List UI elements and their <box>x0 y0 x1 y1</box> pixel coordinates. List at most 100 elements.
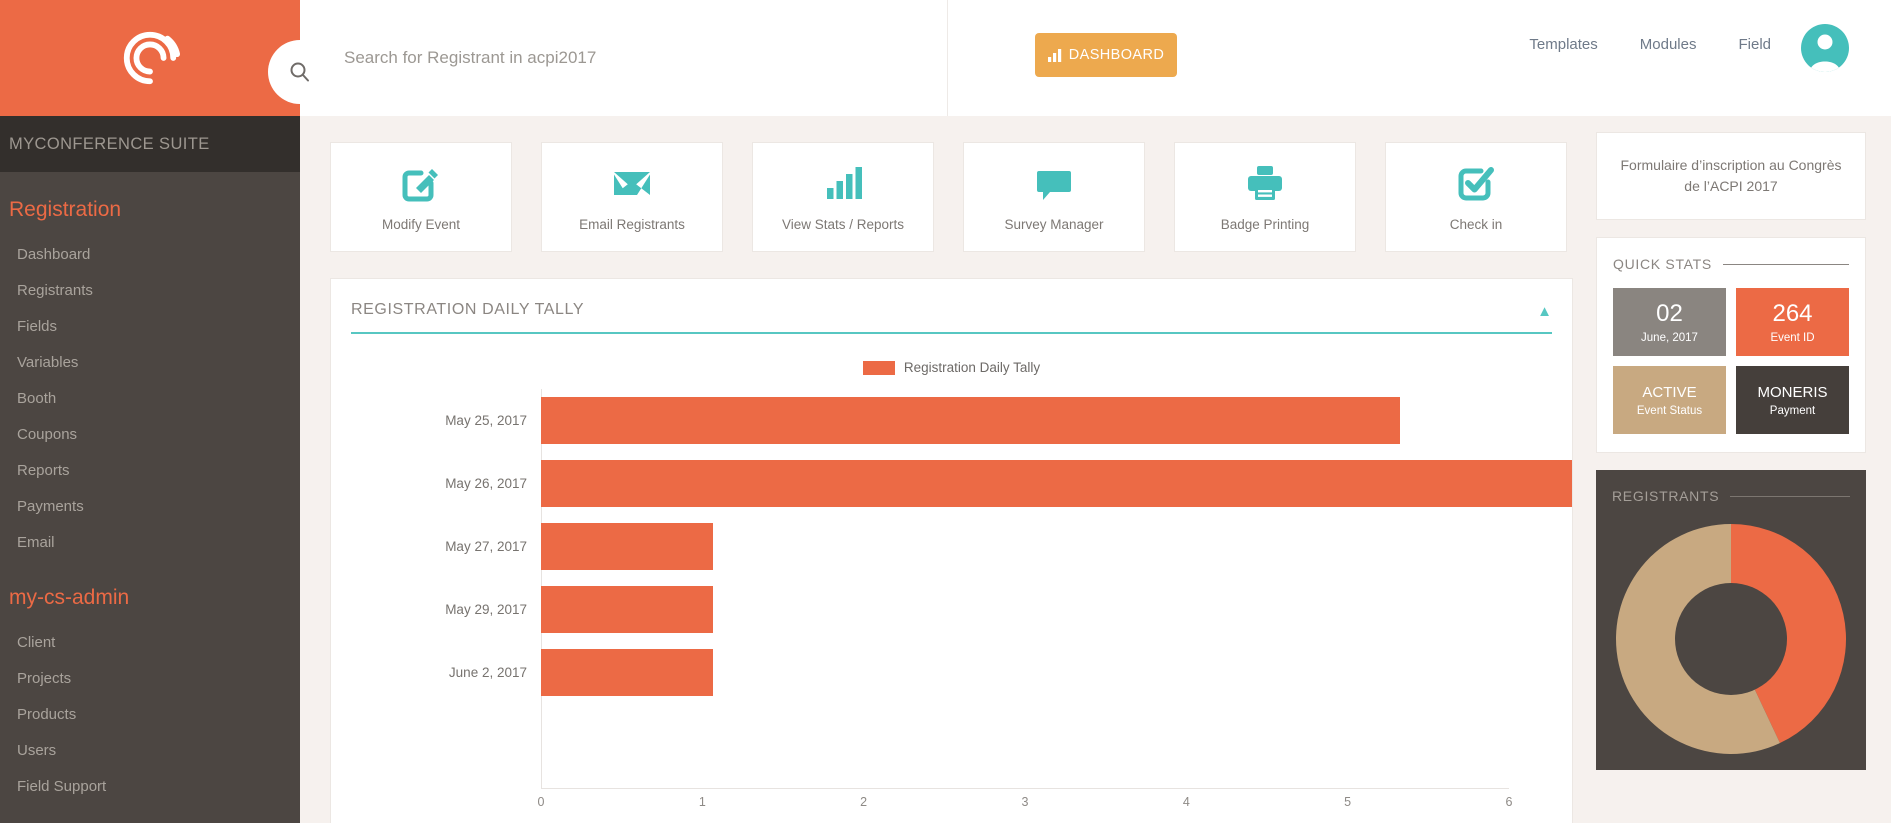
tile-label: Email Registrants <box>579 217 685 232</box>
checkbox-check-icon <box>1458 167 1494 201</box>
logo-container[interactable] <box>0 0 300 116</box>
tile-check-in[interactable]: Check in <box>1385 142 1567 252</box>
bar-category-label: May 25, 2017 <box>445 413 527 428</box>
top-nav-templates[interactable]: Templates <box>1529 36 1597 53</box>
stat-date: 02 June, 2017 <box>1613 288 1726 356</box>
sidebar: MYCONFERENCE SUITE Registration Dashboar… <box>0 0 300 823</box>
stat-value: 264 <box>1772 300 1813 327</box>
top-bar: DASHBOARD Templates Modules Field <box>268 0 1891 116</box>
dashboard-button[interactable]: DASHBOARD <box>1035 33 1177 77</box>
registrants-header: REGISTRANTS <box>1596 470 1866 510</box>
x-tick-label: 4 <box>1182 795 1190 809</box>
stat-label: Payment <box>1769 404 1816 417</box>
nav-group-title-my-cs-admin: my-cs-admin <box>9 586 130 609</box>
chart-x-ticks: 0 1 2 3 4 5 6 <box>537 795 1513 815</box>
bar-track <box>541 641 1572 704</box>
legend-swatch <box>862 360 895 375</box>
x-tick-label: 3 <box>1021 795 1029 809</box>
sidebar-item-booth[interactable]: Booth <box>0 380 300 416</box>
tile-label: Badge Printing <box>1220 217 1310 232</box>
top-nav-modules[interactable]: Modules <box>1640 36 1697 53</box>
top-nav: Templates Modules Field <box>1529 36 1771 53</box>
tile-badge-printing[interactable]: Badge Printing <box>1174 142 1356 252</box>
search-input[interactable] <box>344 36 904 80</box>
stat-label: June, 2017 <box>1641 332 1698 344</box>
registrants-card: REGISTRANTS <box>1596 470 1866 770</box>
bar-row: June 2, 2017 <box>331 641 1572 704</box>
main-content: Modify Event Email Registrants View Stat… <box>300 116 1891 823</box>
tile-survey-manager[interactable]: Survey Manager <box>963 142 1145 252</box>
sidebar-item-reports[interactable]: Reports <box>0 452 300 488</box>
bar-category-label: May 29, 2017 <box>445 602 527 617</box>
bar-row: May 26, 2017 <box>331 452 1572 515</box>
sidebar-item-projects[interactable]: Projects <box>0 660 300 696</box>
x-tick-label: 5 <box>1344 795 1352 809</box>
sidebar-item-users[interactable]: Users <box>0 732 300 768</box>
panel-header: REGISTRATION DAILY TALLY ▲ <box>351 301 1552 334</box>
search-icon-button[interactable] <box>268 40 332 104</box>
bar-track <box>541 578 1572 641</box>
bar-track <box>541 389 1572 452</box>
bar-category-label: May 27, 2017 <box>445 539 527 554</box>
header-rule <box>1722 263 1849 265</box>
bar-category-label: May 26, 2017 <box>445 476 527 491</box>
sidebar-item-client[interactable]: Client <box>0 624 300 660</box>
header-rule <box>1730 495 1850 497</box>
tile-modify-event[interactable]: Modify Event <box>330 142 512 252</box>
bar-chart-icon <box>827 167 862 199</box>
chart-legend: Registration Daily Tally <box>331 360 1572 375</box>
x-tick-label: 0 <box>537 795 545 809</box>
edit-square-icon <box>402 169 438 202</box>
bar-fill[interactable] <box>541 460 1572 507</box>
stat-value: ACTIVE <box>1642 383 1697 401</box>
tile-view-stats-reports[interactable]: View Stats / Reports <box>752 142 934 252</box>
bar-track <box>541 452 1572 515</box>
quick-action-tiles: Modify Event Email Registrants View Stat… <box>330 142 1567 252</box>
top-nav-field[interactable]: Field <box>1738 36 1771 53</box>
avatar[interactable] <box>1801 24 1849 72</box>
sidebar-item-registrants[interactable]: Registrants <box>0 272 300 308</box>
sidebar-item-coupons[interactable]: Coupons <box>0 416 300 452</box>
sidebar-item-dashboard[interactable]: Dashboard <box>0 236 300 272</box>
panel-title: REGISTRATION DAILY TALLY <box>351 301 585 318</box>
sidebar-item-field-support[interactable]: Field Support <box>0 768 300 804</box>
bar-fill[interactable] <box>541 649 713 696</box>
stat-event-id: 264 Event ID <box>1736 288 1849 356</box>
donut-icon <box>1616 524 1846 754</box>
user-avatar-icon <box>1810 34 1840 72</box>
bar-category-label: June 2, 2017 <box>448 665 527 680</box>
sidebar-item-fields[interactable]: Fields <box>0 308 300 344</box>
sidebar-item-variables[interactable]: Variables <box>0 344 300 380</box>
bar-fill[interactable] <box>541 586 713 633</box>
myconference-logo-icon <box>123 31 181 85</box>
sidebar-item-payments[interactable]: Payments <box>0 488 300 524</box>
event-title: Formulaire d’inscription au Congrès de l… <box>1620 157 1842 194</box>
sidebar-item-products[interactable]: Products <box>0 696 300 732</box>
tile-label: Modify Event <box>381 217 461 232</box>
bar-row: May 27, 2017 <box>331 515 1572 578</box>
chevron-up-icon[interactable]: ▲ <box>1537 303 1552 320</box>
tile-label: Check in <box>1449 217 1503 232</box>
x-tick-label: 2 <box>860 795 868 809</box>
stat-value: MONERIS <box>1757 383 1828 401</box>
search-area <box>268 0 948 116</box>
search-icon <box>290 62 309 82</box>
tile-label: View Stats / Reports <box>781 217 905 232</box>
stat-event-status: ACTIVE Event Status <box>1613 366 1726 434</box>
registrants-donut-chart <box>1596 510 1866 764</box>
dashboard-page: MYCONFERENCE SUITE Registration Dashboar… <box>0 0 1891 823</box>
dashboard-button-label: DASHBOARD <box>1068 47 1165 63</box>
bar-row: May 25, 2017 <box>331 389 1572 452</box>
bar-fill[interactable] <box>541 523 713 570</box>
sidebar-item-email[interactable]: Email <box>0 524 300 560</box>
bar-row: May 29, 2017 <box>331 578 1572 641</box>
x-tick-label: 1 <box>698 795 706 809</box>
chart-x-axis <box>541 788 1509 789</box>
registration-daily-tally-panel: REGISTRATION DAILY TALLY ▲ Registration … <box>330 278 1573 823</box>
bar-fill[interactable] <box>541 397 1401 444</box>
stat-label: Event Status <box>1636 404 1703 417</box>
tile-email-registrants[interactable]: Email Registrants <box>541 142 723 252</box>
suite-title: MYCONFERENCE SUITE <box>9 134 210 153</box>
bar-chart-icon <box>1047 48 1061 62</box>
stat-payment: MONERIS Payment <box>1736 366 1849 434</box>
